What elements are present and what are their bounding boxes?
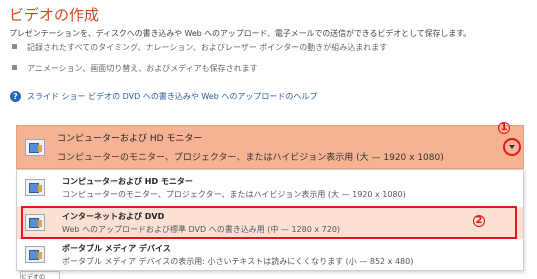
help-link[interactable]: ? スライド ショー ビデオの DVD への書き込みや Web へのアップロード… [10,91,317,102]
selected-option-name: コンピューターおよび HD モニター [57,134,203,144]
highlight-box [21,206,517,239]
page-title: ビデオの作成 [9,6,100,24]
bullet-text: アニメーション、画面切り替え、およびメディアも保存されます [27,64,258,73]
callout-marker-1: 1 [498,122,510,134]
bullet-item: アニメーション、画面切り替え、およびメディアも保存されます [12,63,258,74]
option-description: ポータブル メディア デバイスの表示用: 小さいテキストは読みにくくなります (… [62,257,414,266]
selected-option-description: コンピューターのモニター、プロジェクター、またはハイビジョン表示用 (大 — 1… [57,153,444,163]
option-name: ポータブル メディア デバイス [62,244,171,253]
display-icon [25,139,45,156]
help-link-text[interactable]: スライド ショー ビデオの DVD への書き込みや Web へのアップロードのヘ… [27,91,317,102]
bullet-item: 記録されたすべてのタイミング、ナレーション、およびレーザー ポインターの動きが組… [12,42,387,53]
bullet-marker [12,44,17,49]
option-computer-hd[interactable]: コンピューターおよび HD モニター コンピューターのモニター、プロジェクター、… [17,172,523,204]
underlying-label: ビデオの [20,271,60,279]
callout-marker-2: 2 [473,215,485,227]
option-portable-media[interactable]: ポータブル メディア デバイス ポータブル メディア デバイスの表示用: 小さい… [17,239,523,271]
option-description: コンピューターのモニター、プロジェクター、またはハイビジョン表示用 (大 — 1… [62,190,406,199]
option-name: コンピューターおよび HD モニター [62,177,193,186]
bullet-marker [12,65,17,70]
chevron-down-icon [509,145,515,149]
display-icon [25,179,45,196]
display-icon [25,246,45,263]
quality-dropdown[interactable]: コンピューターおよび HD モニター コンピューターのモニター、プロジェクター、… [16,125,524,169]
question-icon: ? [10,91,21,102]
bullet-text: 記録されたすべてのタイミング、ナレーション、およびレーザー ポインターの動きが組… [27,43,388,52]
dropdown-toggle-button[interactable] [503,138,521,156]
page-description: プレゼンテーションを、ディスクへの書き込みや Web へのアップロード、電子メー… [9,29,472,38]
